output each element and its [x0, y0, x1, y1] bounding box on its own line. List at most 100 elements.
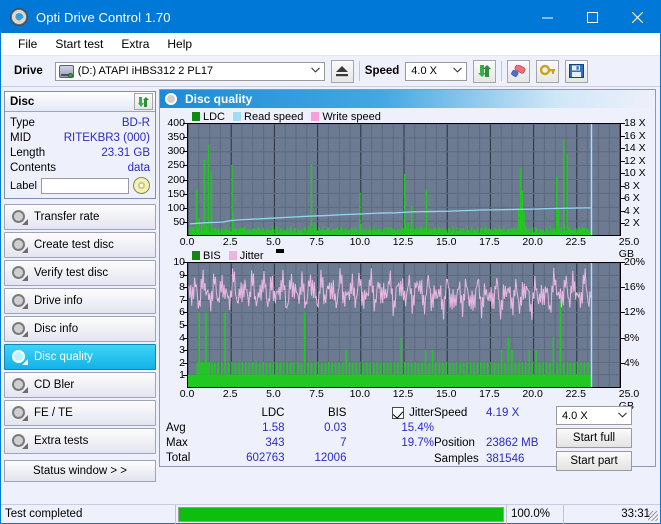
legend-write-speed: Write speed — [311, 111, 381, 123]
disc-label-input[interactable] — [40, 177, 129, 194]
sidebar-item-disc-info[interactable]: Disc info — [4, 316, 156, 342]
menu-item-start-test[interactable]: Start test — [46, 35, 112, 53]
refresh-icon — [478, 65, 492, 77]
sidebar-item-cd-bler[interactable]: CD Bler — [4, 372, 156, 398]
sidebar-item-drive-info[interactable]: Drive info — [4, 288, 156, 314]
legend-label: Read speed — [244, 110, 304, 123]
menu-item-help[interactable]: Help — [158, 35, 201, 53]
disc-icon — [12, 350, 28, 365]
minimize-icon[interactable] — [525, 1, 570, 33]
legend-label: LDC — [203, 110, 226, 123]
bis-x-axis: 0.0 2.5 5.0 7.5 10.0 12.5 15.0 17.5 20.0 22.5 25.0… — [180, 388, 640, 412]
menu-item-extra[interactable]: Extra — [112, 35, 158, 53]
speed-select[interactable]: 4.0 X — [405, 61, 468, 81]
disc-panel-header: Disc — [5, 92, 155, 112]
app-disc-icon — [10, 8, 28, 26]
maximize-icon[interactable] — [570, 1, 615, 33]
sidebar-item-create-test-disc[interactable]: Create test disc — [4, 232, 156, 258]
sidebar-item-verify-test-disc[interactable]: Verify test disc — [4, 260, 156, 286]
main-area: Disc Type BD-R MID RITEKBR3 (000) Length… — [1, 87, 660, 482]
test-buttons: 4.0 X Start full Start part — [556, 405, 632, 471]
disc-icon — [12, 294, 28, 309]
axis-tick-label: 15.0 — [435, 388, 457, 400]
disc-label-row: Label — [10, 177, 150, 194]
bis-y-axis: 12345678910 — [162, 256, 187, 388]
legend-jitter: Jitter — [228, 250, 264, 262]
test-speed-value: 4.19 X — [486, 407, 520, 419]
disc-row-mid-label: MID — [10, 131, 32, 144]
axis-tick-label: 8 X — [624, 179, 640, 192]
eject-button[interactable] — [330, 59, 354, 83]
disc-icon — [12, 434, 28, 449]
jitter-toggle[interactable]: Jitter — [346, 406, 434, 419]
save-button[interactable] — [565, 59, 589, 83]
plot-canvas — [187, 123, 621, 235]
drive-device-icon — [58, 64, 74, 78]
stats-row-max: Max 343 7 19.7% — [166, 435, 434, 450]
jitter-scale-marker — [275, 249, 284, 253]
stats-header-row: LDC BIS Jitter — [166, 405, 434, 420]
disc-label-caption: Label — [10, 179, 37, 192]
axis-tick-label: 20.0 — [522, 388, 543, 400]
legend-label: Write speed — [322, 110, 381, 123]
axis-tick-label: 16% — [624, 281, 646, 294]
axis-tick-label: 22.5 — [565, 236, 587, 248]
test-speed-select[interactable]: 4.0 X — [556, 406, 632, 425]
sidebar-item-label: Transfer rate — [34, 211, 100, 223]
progress-percent: 100.0% — [506, 504, 563, 524]
drive-select[interactable]: (D:) ATAPI iHBS312 2 PL17 — [54, 61, 325, 81]
chevron-down-icon — [453, 64, 463, 76]
ldc-speed-axis: 2 X4 X6 X8 X 10 X 12 X 14 X 16 X 18 X — [621, 117, 653, 236]
legend-bis: BIS — [192, 250, 221, 262]
jitter-checkbox[interactable] — [392, 406, 405, 419]
stats-row-label: Max — [166, 436, 188, 449]
axis-tick-label: 0.0 — [179, 236, 195, 248]
cd-icon[interactable] — [133, 177, 150, 194]
sidebar-item-label: Create test disc — [34, 239, 114, 251]
eraser-icon — [511, 64, 526, 77]
axis-tick-label: 10 X — [624, 167, 646, 180]
refresh-button[interactable] — [473, 59, 497, 83]
axis-tick — [621, 160, 625, 162]
disc-icon — [12, 406, 28, 421]
axis-tick-label: 5.0 — [266, 388, 281, 400]
stats-avg-ldc: 1.58 — [262, 421, 285, 434]
close-icon[interactable] — [615, 1, 660, 33]
axis-tick — [621, 262, 625, 263]
spacer-row — [434, 421, 556, 435]
axis-tick-label: 2.5 — [222, 236, 238, 248]
stats-row-label: Avg — [166, 421, 186, 434]
axis-tick-label: 15.0 — [435, 236, 457, 248]
disc-row-length-value: 23.31 GB — [101, 146, 150, 159]
status-window-button[interactable]: Status window > > — [4, 460, 156, 482]
resize-grip[interactable] — [648, 511, 658, 521]
sidebar-item-disc-quality[interactable]: Disc quality — [4, 344, 156, 370]
toolbar-separator-2 — [501, 61, 503, 81]
ldc-y-axis: 50 100 150 200 250 300 350 400 — [162, 117, 187, 236]
axis-tick-label: 6 X — [624, 192, 640, 205]
ldc-chart-legend: LDC Read speed Write speed — [162, 110, 653, 123]
sidebar-item-transfer-rate[interactable]: Transfer rate — [4, 204, 156, 230]
sidebar-item-extra-tests[interactable]: Extra tests — [4, 428, 156, 454]
stats-row-avg: Avg 1.58 0.03 15.4% — [166, 420, 434, 435]
start-full-button[interactable]: Start full — [556, 428, 632, 448]
axis-tick-label: 8% — [624, 331, 640, 344]
sidebar-item-label: CD Bler — [34, 379, 75, 391]
sidebar-item-label: Extra tests — [34, 435, 89, 447]
sidebar-item-label: Drive info — [34, 295, 83, 307]
test-samples-value: 381546 — [486, 453, 525, 465]
disc-refresh-button[interactable] — [134, 93, 153, 110]
drive-toolbar: Drive (D:) ATAPI iHBS312 2 PL17 Speed 4.… — [1, 56, 660, 87]
start-part-button[interactable]: Start part — [556, 451, 632, 471]
sidebar: Disc Type BD-R MID RITEKBR3 (000) Length… — [1, 87, 159, 482]
erase-button[interactable] — [507, 59, 531, 83]
sidebar-item-label: Disc quality — [34, 351, 93, 363]
stats-col-ldc: LDC — [261, 406, 285, 419]
menu-item-file[interactable]: File — [9, 35, 46, 53]
content-area: Disc quality LDC Read speed Write speed … — [159, 87, 660, 471]
disc-row-mid: MID RITEKBR3 (000) — [10, 130, 150, 145]
legend-read-speed: Read speed — [233, 111, 303, 123]
settings-button[interactable] — [536, 59, 560, 83]
sidebar-item-fe-te[interactable]: FE / TE — [4, 400, 156, 426]
bis-chart-legend: BIS Jitter — [162, 249, 653, 262]
